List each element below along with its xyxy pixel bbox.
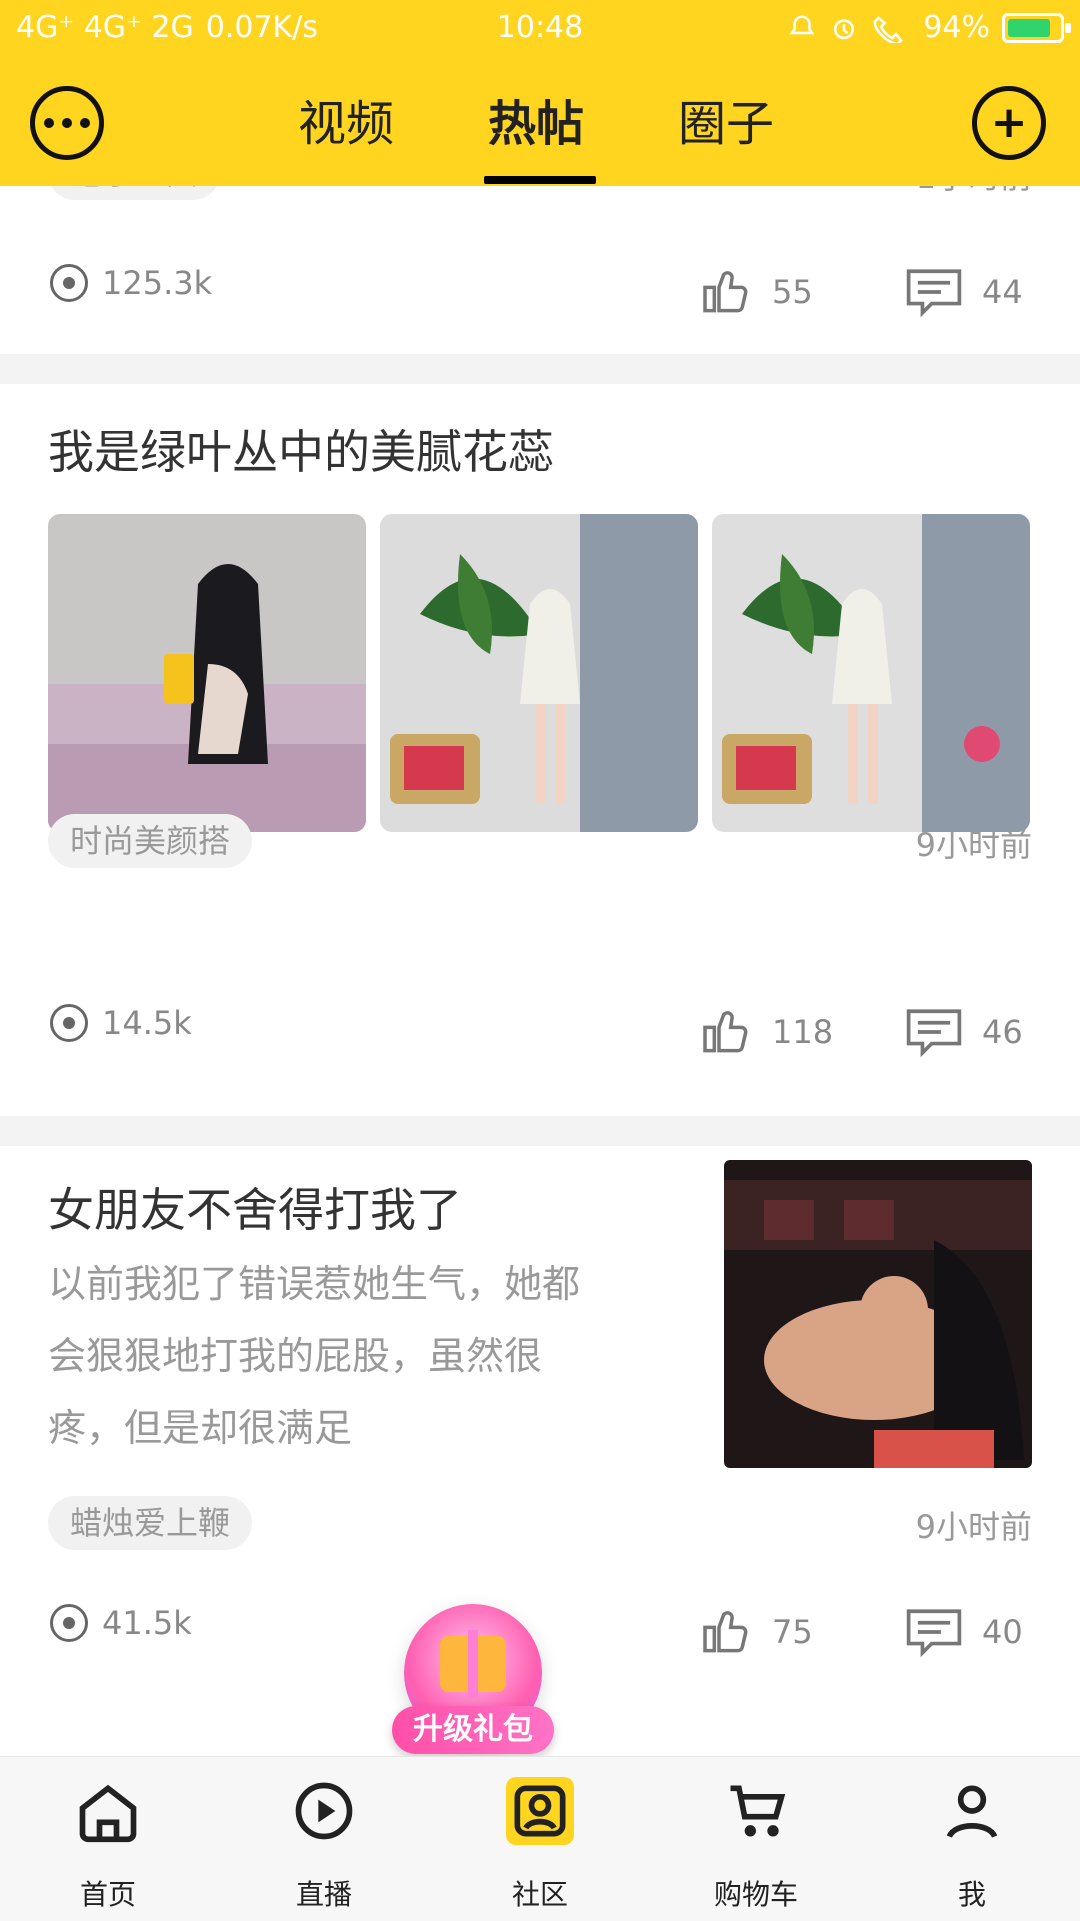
post-image[interactable]: [712, 514, 1030, 832]
play-icon: [295, 1782, 353, 1840]
post-card[interactable]: 我是绿叶丛中的美腻花蕊 时尚美颜搭 9小时前: [0, 384, 1080, 904]
thumbs-up-icon: [703, 1011, 748, 1053]
post-image[interactable]: [48, 514, 366, 832]
post-image[interactable]: [724, 1160, 1032, 1468]
views-count: 14.5k: [102, 1004, 192, 1042]
post-feed[interactable]: 池亭宝典 1小时前 125.3k 55 44 我是绿叶丛中的美腻花蕊: [0, 186, 1080, 1756]
alarm-icon: [834, 18, 855, 39]
home-icon: [79, 1784, 137, 1843]
comments-count: 40: [982, 1613, 1023, 1651]
eye-icon: [50, 1004, 88, 1042]
like-button[interactable]: 55: [698, 264, 813, 320]
battery-icon: [1002, 12, 1071, 43]
eye-icon: [50, 264, 88, 302]
clock: 10:48: [496, 10, 584, 45]
gift-label: 升级礼包: [392, 1706, 554, 1754]
cart-icon: [730, 1785, 786, 1837]
comment-icon: [906, 1609, 962, 1658]
gift-ribbon: [468, 1630, 478, 1698]
comments-count: 44: [982, 273, 1023, 311]
nav-item-profile[interactable]: 我: [864, 1757, 1080, 1921]
post-tag[interactable]: 蜡烛爱上鞭: [48, 1496, 253, 1550]
nav-item-home[interactable]: 首页: [0, 1757, 216, 1921]
tab-hot-posts[interactable]: 热帖: [488, 84, 584, 154]
divider: [0, 354, 1080, 384]
image-grid: [48, 514, 1030, 832]
divider: [0, 1116, 1080, 1146]
tab-video[interactable]: 视频: [298, 84, 394, 154]
description-line: 以前我犯了错误惹她生气，她都: [48, 1262, 581, 1306]
comment-button[interactable]: 40: [904, 1604, 1023, 1660]
hd-call-icon: [873, 15, 903, 43]
views-count: 41.5k: [102, 1604, 192, 1642]
post-time: 1小时前: [916, 186, 1032, 198]
post-time: 9小时前: [915, 1508, 1032, 1546]
tab-circle[interactable]: 圈子: [678, 84, 774, 154]
status-bar: 4G⁺ 4G⁺ 2G 0.07K/s 10:48 94%: [0, 0, 1080, 56]
post-title[interactable]: 女朋友不舍得打我了: [48, 1174, 462, 1240]
active-tab-indicator: [484, 176, 596, 184]
views-count: 125.3k: [102, 264, 213, 302]
profile-icon: [946, 1785, 998, 1839]
likes-count: 75: [772, 1613, 813, 1651]
post-metrics: 125.3k 55 44: [0, 264, 1080, 324]
views: 14.5k: [50, 1004, 192, 1042]
thumbs-up-icon: [703, 1611, 748, 1653]
post-time: 9小时前: [915, 826, 1032, 864]
likes-count: 55: [772, 273, 813, 311]
eye-icon: [50, 1604, 88, 1642]
likes-count: 118: [772, 1013, 834, 1051]
like-button[interactable]: 118: [698, 1004, 833, 1060]
top-tabs: 视频 热帖 圈子: [0, 84, 1080, 184]
comments-count: 46: [982, 1013, 1023, 1051]
nav-item-community[interactable]: 社区: [432, 1757, 648, 1921]
post-image[interactable]: [380, 514, 698, 832]
thumbs-up-icon: [703, 271, 748, 313]
post-metrics: 14.5k 118 46: [0, 1004, 1080, 1064]
upgrade-gift-button[interactable]: 升级礼包: [392, 1600, 554, 1770]
nav-label: 首页: [79, 1878, 136, 1911]
bell-icon: [789, 14, 815, 34]
post-tag[interactable]: 时尚美颜搭: [48, 814, 253, 868]
comment-button[interactable]: 46: [904, 1004, 1023, 1060]
community-icon: [506, 1777, 574, 1845]
comment-icon: [906, 1009, 962, 1058]
views: 41.5k: [50, 1604, 192, 1642]
nav-item-live[interactable]: 直播: [216, 1757, 432, 1921]
description-line: 会狠狠地打我的屁股，虽然很: [48, 1334, 543, 1378]
description-line: 疼，但是却很满足: [48, 1406, 353, 1450]
nav-label: 购物车: [713, 1878, 798, 1911]
nav-label: 社区: [511, 1878, 568, 1911]
add-button[interactable]: +: [972, 86, 1046, 160]
plus-circle-icon: +: [990, 97, 1028, 148]
bottom-navigation: 首页 直播 社区 购物车 我: [0, 1756, 1080, 1921]
views: 125.3k: [50, 264, 212, 302]
nav-label: 我: [957, 1878, 986, 1911]
post-description[interactable]: 以前我犯了错误惹她生气，她都 会狠狠地打我的屁股，虽然很 疼，但是却很满足: [48, 1248, 648, 1464]
header: 4G⁺ 4G⁺ 2G 0.07K/s 10:48 94% 视频 热帖 圈子 +: [0, 0, 1080, 186]
like-button[interactable]: 75: [698, 1604, 813, 1660]
nav-label: 直播: [295, 1878, 352, 1911]
battery-percent: 94%: [923, 10, 990, 45]
post-title[interactable]: 我是绿叶丛中的美腻花蕊: [48, 416, 554, 482]
comment-icon: [906, 269, 962, 318]
post-card[interactable]: 池亭宝典 1小时前 125.3k 55 44: [0, 186, 1080, 346]
nav-item-cart[interactable]: 购物车: [648, 1757, 864, 1921]
comment-button[interactable]: 44: [904, 264, 1023, 320]
post-tag[interactable]: 池亭宝典: [48, 186, 221, 200]
